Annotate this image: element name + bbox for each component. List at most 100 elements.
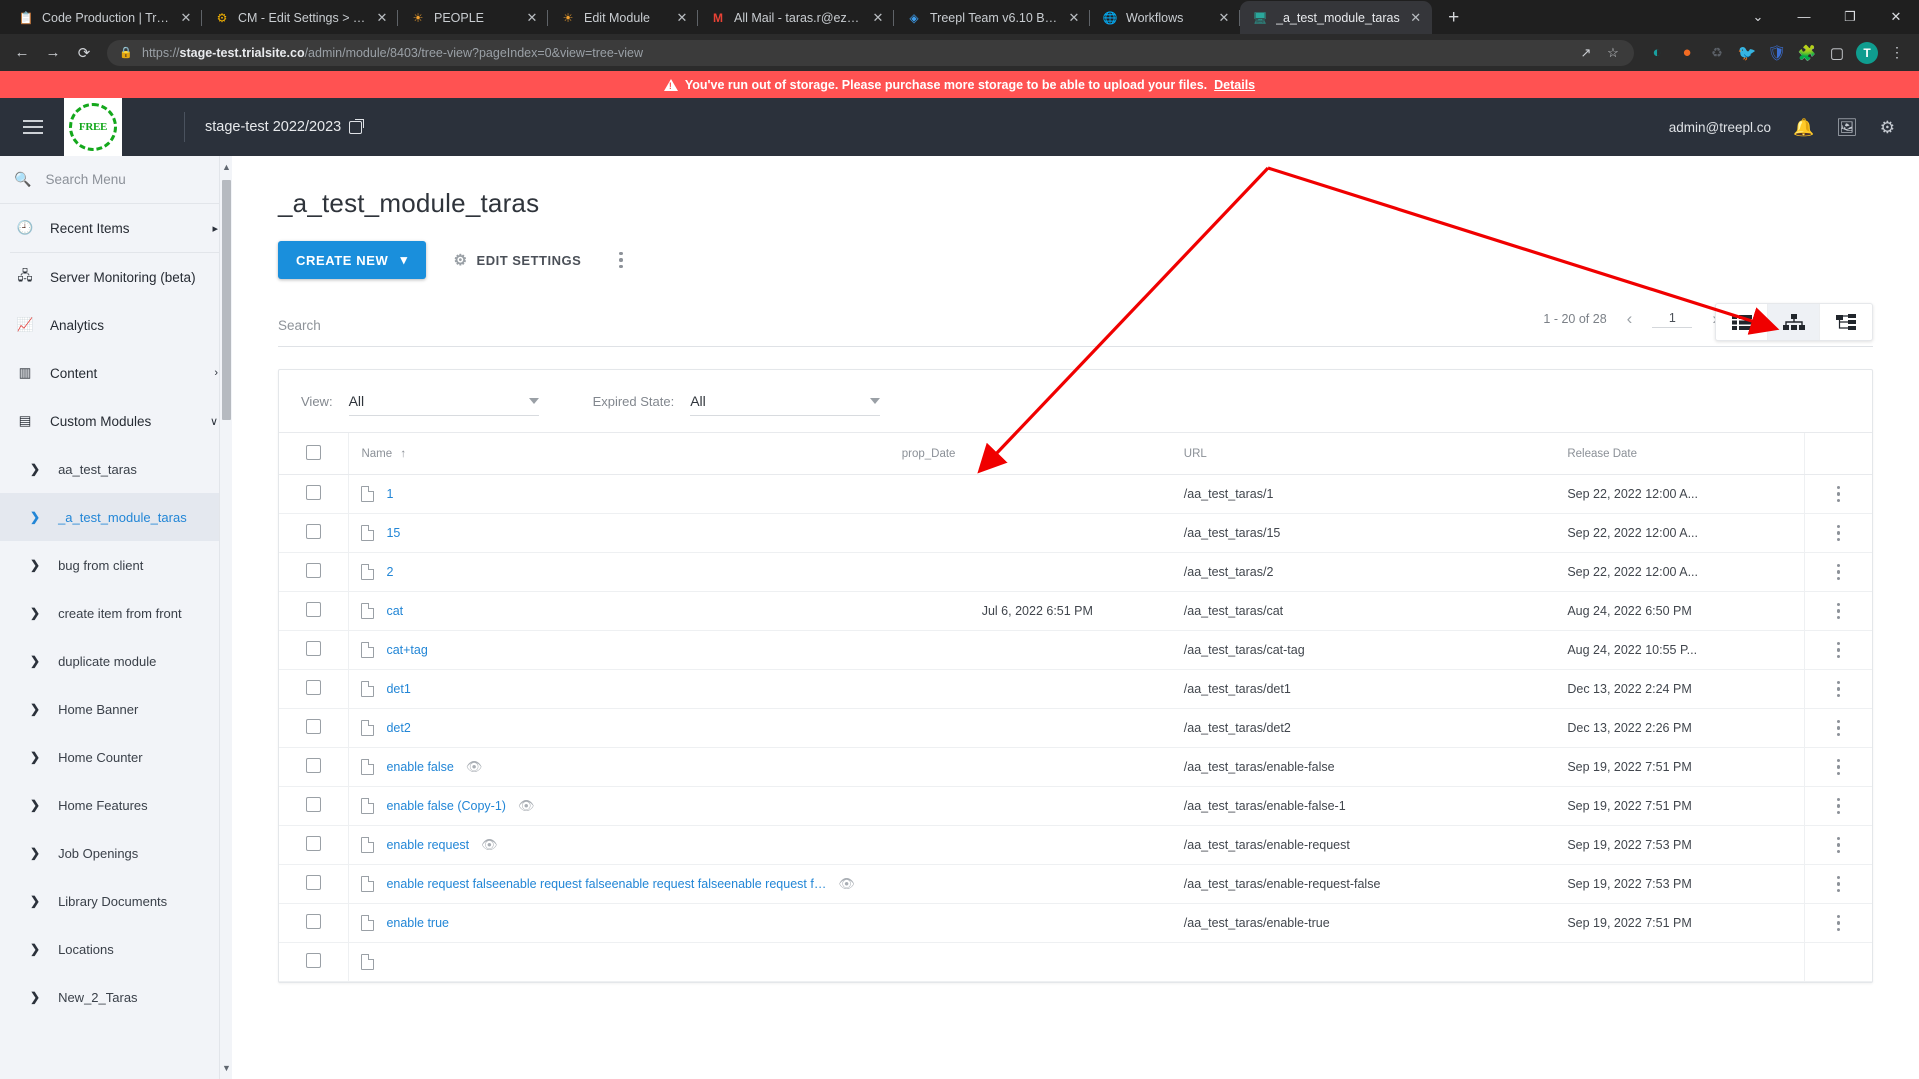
orange-extension-icon[interactable]: ● bbox=[1673, 39, 1701, 67]
table-row[interactable]: enable false (Copy-1) 👁 /aa_test_taras/en… bbox=[279, 786, 1872, 826]
browser-tab[interactable]: ☀ PEOPLE ✕ bbox=[398, 1, 548, 34]
close-icon[interactable]: ✕ bbox=[1408, 10, 1424, 26]
star-icon[interactable]: ☆ bbox=[1604, 44, 1622, 62]
item-name-link[interactable]: det1 bbox=[386, 682, 410, 696]
close-icon[interactable]: ✕ bbox=[1216, 10, 1232, 26]
tree-view-button[interactable] bbox=[1768, 304, 1820, 340]
sidebar-subitem-library-documents[interactable]: ❯ Library Documents bbox=[0, 877, 232, 925]
row-menu-icon[interactable] bbox=[1805, 524, 1872, 542]
select-all-header[interactable] bbox=[279, 432, 349, 475]
row-menu-icon[interactable] bbox=[1805, 797, 1872, 815]
row-checkbox[interactable] bbox=[306, 914, 322, 929]
row-actions-cell[interactable] bbox=[1803, 474, 1872, 514]
user-email[interactable]: admin@treepl.co bbox=[1669, 120, 1771, 135]
row-select-cell[interactable] bbox=[279, 786, 349, 826]
item-name-link[interactable]: enable true bbox=[386, 916, 449, 930]
row-checkbox[interactable] bbox=[306, 719, 322, 734]
row-select-cell[interactable] bbox=[279, 825, 349, 865]
back-icon[interactable]: ← bbox=[8, 39, 36, 67]
row-actions-cell[interactable] bbox=[1803, 864, 1872, 904]
close-icon[interactable]: ✕ bbox=[374, 10, 390, 26]
storage-details-link[interactable]: Details bbox=[1214, 78, 1255, 92]
recycle-icon[interactable]: ♻ bbox=[1703, 39, 1731, 67]
sidebar-subitem-create-item-from-front[interactable]: ❯ create item from front bbox=[0, 589, 232, 637]
row-checkbox[interactable] bbox=[306, 836, 322, 851]
browser-tab[interactable]: 📋 Code Production | Trello ✕ bbox=[6, 1, 202, 34]
more-actions-button[interactable] bbox=[609, 246, 633, 275]
table-row[interactable]: enable true /aa_test_taras/enable-true S… bbox=[279, 903, 1872, 943]
sidebar-subitem-locations[interactable]: ❯ Locations bbox=[0, 925, 232, 973]
list-view-button[interactable] bbox=[1716, 304, 1768, 340]
row-checkbox[interactable] bbox=[306, 680, 322, 695]
item-name-link[interactable]: enable false bbox=[386, 760, 453, 774]
row-actions-cell[interactable] bbox=[1803, 630, 1872, 670]
close-icon[interactable]: ✕ bbox=[870, 10, 886, 26]
item-name-link[interactable]: 1 bbox=[386, 487, 393, 501]
column-header-url[interactable]: URL bbox=[1183, 432, 1568, 475]
row-menu-icon[interactable] bbox=[1805, 914, 1872, 932]
view-filter-select[interactable]: All bbox=[348, 386, 539, 416]
item-name-link[interactable]: 2 bbox=[386, 565, 393, 579]
table-row[interactable]: enable request falseenable request false… bbox=[279, 864, 1872, 904]
row-select-cell[interactable] bbox=[279, 591, 349, 631]
share-icon[interactable]: ↗ bbox=[1577, 44, 1595, 62]
create-new-button[interactable]: CREATE NEW ▾ bbox=[278, 241, 426, 279]
sidebar-scrollbar[interactable]: ▲ ▼ bbox=[219, 156, 232, 1079]
hamburger-icon[interactable] bbox=[10, 120, 56, 134]
browser-tab[interactable]: ◈ Treepl Team v6.10 Backlog ✕ bbox=[894, 1, 1090, 34]
row-checkbox[interactable] bbox=[306, 797, 322, 812]
shield-extension-icon[interactable]: 🛡 bbox=[1763, 39, 1791, 67]
browser-tab[interactable]: ⚙ CM - Edit Settings > Table ✕ bbox=[202, 1, 398, 34]
row-menu-icon[interactable] bbox=[1805, 485, 1872, 503]
reload-icon[interactable]: ⟳ bbox=[70, 39, 98, 67]
search-bar[interactable]: Search 🔍 1 - 20 of 28 ‹ 1 › bbox=[278, 303, 1873, 347]
row-actions-cell[interactable] bbox=[1803, 825, 1872, 865]
address-bar[interactable]: 🔒 https://stage-test.trialsite.co/admin/… bbox=[107, 39, 1634, 66]
row-menu-icon[interactable] bbox=[1805, 602, 1872, 620]
row-select-cell[interactable] bbox=[279, 942, 349, 982]
browser-tab[interactable]: M All Mail - taras.r@ez-bc.co ✕ bbox=[698, 1, 894, 34]
row-actions-cell[interactable] bbox=[1803, 747, 1872, 787]
scrollbar-thumb[interactable] bbox=[222, 180, 231, 420]
sidebar-item-custom-modules[interactable]: ▤ Custom Modules ∨ bbox=[0, 397, 232, 445]
row-checkbox[interactable] bbox=[306, 641, 322, 656]
page-number-input[interactable]: 1 bbox=[1652, 311, 1693, 328]
sidebar-subitem-duplicate-module[interactable]: ❯ duplicate module bbox=[0, 637, 232, 685]
row-checkbox[interactable] bbox=[306, 602, 322, 617]
external-link-icon[interactable] bbox=[349, 118, 365, 134]
row-select-cell[interactable] bbox=[279, 864, 349, 904]
sidebar-subitem-home-counter[interactable]: ❯ Home Counter bbox=[0, 733, 232, 781]
sidebar-search[interactable]: 🔍 Search Menu bbox=[0, 156, 232, 204]
item-name-link[interactable]: 15 bbox=[386, 526, 400, 540]
row-menu-icon[interactable] bbox=[1805, 563, 1872, 581]
forward-icon[interactable]: → bbox=[39, 39, 67, 67]
row-menu-icon[interactable] bbox=[1805, 875, 1872, 893]
image-icon[interactable]: 🖼 bbox=[1836, 119, 1858, 136]
table-row[interactable]: 1 /aa_test_taras/1 Sep 22, 2022 12:00 A.… bbox=[279, 474, 1872, 514]
item-name-link[interactable]: cat bbox=[386, 604, 403, 618]
edit-settings-button[interactable]: ⚙ EDIT SETTINGS bbox=[454, 241, 582, 279]
row-select-cell[interactable] bbox=[279, 747, 349, 787]
maximize-button[interactable]: ❐ bbox=[1827, 0, 1873, 33]
site-name[interactable]: stage-test 2022/2023 bbox=[205, 118, 365, 135]
close-icon[interactable]: ✕ bbox=[524, 10, 540, 26]
item-name-link[interactable]: enable false (Copy-1) bbox=[386, 799, 506, 813]
table-row[interactable]: enable request 👁 /aa_test_taras/enable-re… bbox=[279, 825, 1872, 865]
close-window-button[interactable]: ✕ bbox=[1873, 0, 1919, 33]
table-row[interactable]: 15 /aa_test_taras/15 Sep 22, 2022 12:00 … bbox=[279, 513, 1872, 553]
close-icon[interactable]: ✕ bbox=[1066, 10, 1082, 26]
row-checkbox[interactable] bbox=[306, 563, 322, 578]
item-name-link[interactable]: enable request falseenable request false… bbox=[386, 877, 826, 891]
table-row[interactable]: det2 /aa_test_taras/det2 Dec 13, 2022 2:… bbox=[279, 708, 1872, 748]
column-header-release-date[interactable]: Release Date bbox=[1567, 432, 1805, 475]
row-actions-cell[interactable] bbox=[1803, 591, 1872, 631]
row-actions-cell[interactable] bbox=[1803, 708, 1872, 748]
browser-tab[interactable]: ☀ Edit Module ✕ bbox=[548, 1, 698, 34]
row-actions-cell[interactable] bbox=[1803, 513, 1872, 553]
sidebar-subitem-job-openings[interactable]: ❯ Job Openings bbox=[0, 829, 232, 877]
sidebar-item-recent-items[interactable]: 🕘 Recent Items ▸ bbox=[0, 204, 232, 252]
row-actions-cell[interactable] bbox=[1803, 552, 1872, 592]
bird-extension-icon[interactable]: 🐦 bbox=[1733, 39, 1761, 67]
row-checkbox[interactable] bbox=[306, 758, 322, 773]
browser-tab[interactable]: 🌐 Workflows ✕ bbox=[1090, 1, 1240, 34]
